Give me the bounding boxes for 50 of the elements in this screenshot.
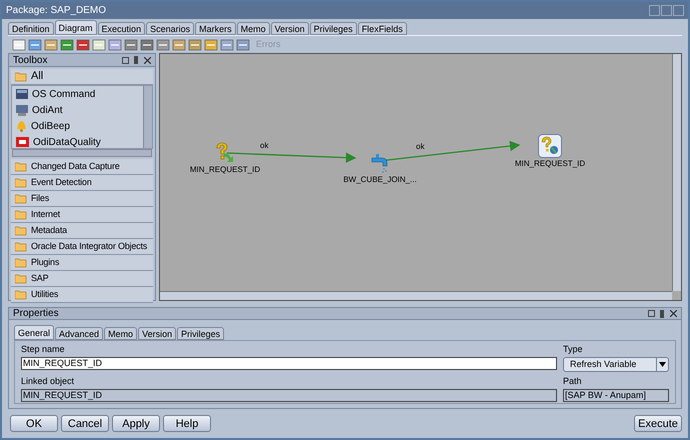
toolbox-group[interactable]: Plugins (11, 255, 153, 271)
toolbox-group[interactable]: Internet (11, 207, 153, 223)
toolbox-group[interactable]: Utilities (11, 287, 153, 303)
tab[interactable]: Execution (98, 22, 146, 35)
window-title: Package: SAP_DEMO (6, 4, 108, 18)
link-label: ok (260, 142, 268, 150)
tab[interactable]: Diagram (54, 20, 97, 35)
tab[interactable]: Markers (195, 22, 236, 35)
field-label: Linked object (21, 375, 76, 388)
field-label: Type (563, 343, 584, 356)
toolbox-group[interactable]: SAP (11, 271, 153, 287)
tab[interactable]: Memo (236, 22, 270, 35)
toolbox-item[interactable]: OdiBeep (12, 118, 143, 134)
step-name-field[interactable]: MIN_REQUEST_ID (21, 357, 557, 370)
tab[interactable]: Memo (104, 327, 138, 340)
field-label: Step name (21, 343, 66, 356)
group-label: All (31, 69, 44, 84)
node-label: BW_CUBE_JOIN_... (343, 174, 417, 186)
toolbox-group[interactable]: Event Detection (11, 175, 153, 191)
dialog-button[interactable]: Cancel (61, 415, 109, 432)
link-label: ok (416, 143, 424, 151)
tab[interactable]: Privileges (310, 22, 357, 35)
toolbox-group[interactable]: All (11, 69, 153, 85)
tab[interactable]: Advanced (55, 327, 104, 340)
tab[interactable]: General (14, 325, 54, 340)
field-label: Path (563, 375, 583, 388)
toolbox-group[interactable]: Oracle Data Integrator Objects (11, 239, 153, 255)
toolbox-group[interactable]: Changed Data Capture (11, 159, 153, 175)
type-dropdown[interactable]: Refresh Variable (563, 357, 669, 372)
panel-title: Properties (13, 307, 60, 321)
tab[interactable]: Definition (8, 22, 54, 35)
toolbox-group[interactable]: Files (11, 191, 153, 207)
dialog-button[interactable]: OK (10, 415, 58, 432)
dialog-button[interactable]: Apply (112, 415, 160, 432)
toolbox-item[interactable]: OdiAnt (12, 102, 143, 118)
linked-object-field: MIN_REQUEST_ID (21, 389, 557, 402)
toolbox-item[interactable]: OdiDataQuality (12, 134, 143, 148)
toolbox-item[interactable]: OS Command (12, 86, 143, 102)
tab[interactable]: Privileges (177, 327, 224, 340)
dialog-button[interactable]: Help (163, 415, 211, 432)
tab[interactable]: Version (138, 327, 176, 340)
execute-button[interactable]: Execute (634, 415, 682, 432)
tab[interactable]: FlexFields (358, 22, 407, 35)
path-field: [SAP BW - Anupam] (563, 389, 669, 402)
node-label: MIN_REQUEST_ID (514, 158, 586, 170)
toolbox-group[interactable]: Metadata (11, 223, 153, 239)
panel-title: Toolbox (13, 54, 48, 68)
node-label: MIN_REQUEST_ID (190, 164, 260, 176)
tab[interactable]: Version (270, 22, 309, 35)
tab[interactable]: Scenarios (146, 22, 194, 35)
